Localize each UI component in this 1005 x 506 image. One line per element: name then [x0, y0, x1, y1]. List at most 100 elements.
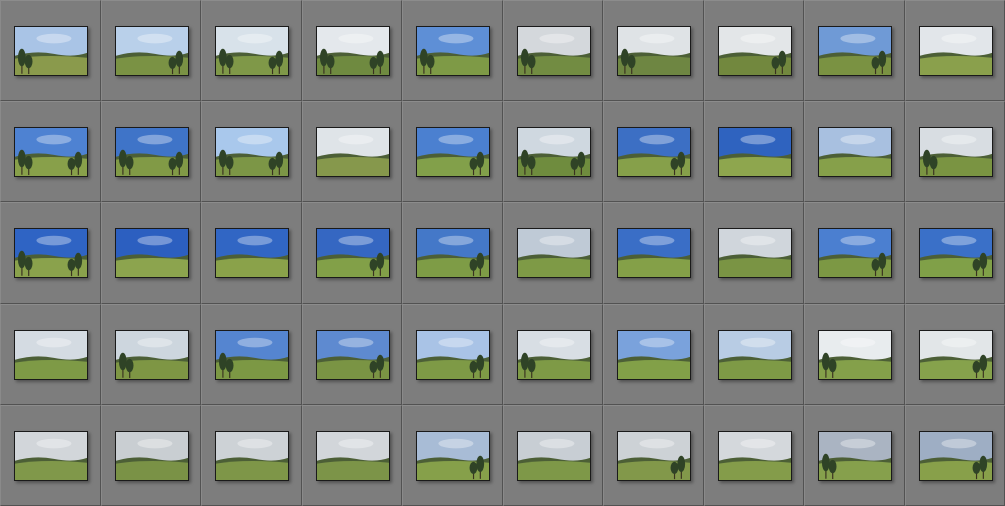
thumbnail-cell[interactable] — [100, 404, 201, 506]
photo-thumbnail[interactable] — [818, 430, 892, 481]
photo-thumbnail[interactable] — [14, 228, 88, 279]
photo-thumbnail[interactable] — [315, 228, 390, 279]
thumbnail-cell[interactable] — [804, 303, 905, 405]
photo-thumbnail[interactable] — [717, 127, 792, 178]
thumbnail-cell[interactable] — [703, 202, 804, 304]
photo-thumbnail[interactable] — [215, 127, 289, 178]
thumbnail-cell[interactable] — [603, 303, 704, 405]
thumbnail-cell[interactable] — [502, 0, 603, 102]
thumbnail-cell[interactable] — [201, 404, 302, 506]
photo-thumbnail[interactable] — [717, 26, 792, 76]
thumbnail-cell[interactable] — [0, 101, 101, 203]
photo-thumbnail[interactable] — [617, 430, 691, 481]
thumbnail-cell[interactable] — [904, 404, 1005, 506]
photo-thumbnail[interactable] — [918, 26, 993, 76]
photo-thumbnail[interactable] — [315, 127, 390, 178]
thumbnail-cell[interactable] — [0, 0, 101, 102]
thumbnail-cell[interactable] — [402, 101, 503, 203]
thumbnail-cell[interactable] — [402, 0, 503, 102]
photo-thumbnail[interactable] — [14, 430, 88, 481]
photo-thumbnail[interactable] — [516, 127, 591, 178]
thumbnail-cell[interactable] — [703, 303, 804, 405]
thumbnail-cell[interactable] — [703, 404, 804, 506]
thumbnail-cell[interactable] — [603, 0, 704, 102]
thumbnail-cell[interactable] — [804, 101, 905, 203]
photo-thumbnail[interactable] — [416, 26, 490, 76]
thumbnail-cell[interactable] — [502, 202, 603, 304]
thumbnail-cell[interactable] — [100, 202, 201, 304]
photo-thumbnail[interactable] — [918, 127, 993, 178]
thumbnail-cell[interactable] — [301, 0, 402, 102]
photo-thumbnail[interactable] — [818, 127, 892, 178]
thumbnail-cell[interactable] — [201, 202, 302, 304]
photo-thumbnail[interactable] — [717, 430, 792, 481]
thumbnail-cell[interactable] — [904, 202, 1005, 304]
thumbnail-cell[interactable] — [301, 202, 402, 304]
thumbnail-cell[interactable] — [201, 101, 302, 203]
photo-thumbnail[interactable] — [215, 430, 289, 481]
thumbnail-cell[interactable] — [301, 303, 402, 405]
photo-thumbnail[interactable] — [617, 329, 691, 380]
photo-thumbnail[interactable] — [617, 228, 691, 279]
photo-thumbnail[interactable] — [416, 329, 490, 380]
photo-thumbnail[interactable] — [818, 26, 892, 76]
thumbnail-cell[interactable] — [100, 0, 201, 102]
thumbnail-cell[interactable] — [703, 0, 804, 102]
photo-thumbnail[interactable] — [516, 228, 591, 279]
photo-thumbnail[interactable] — [315, 329, 390, 380]
thumbnail-cell[interactable] — [804, 404, 905, 506]
photo-thumbnail[interactable] — [14, 127, 88, 178]
photo-thumbnail[interactable] — [114, 26, 189, 76]
photo-thumbnail[interactable] — [617, 127, 691, 178]
photo-thumbnail[interactable] — [416, 228, 490, 279]
thumbnail-cell[interactable] — [603, 202, 704, 304]
photo-thumbnail[interactable] — [14, 26, 88, 76]
photo-thumbnail[interactable] — [114, 127, 189, 178]
photo-thumbnail[interactable] — [918, 329, 993, 380]
thumbnail-cell[interactable] — [804, 202, 905, 304]
thumbnail-cell[interactable] — [402, 202, 503, 304]
thumbnail-cell[interactable] — [301, 404, 402, 506]
thumbnail-cell[interactable] — [0, 303, 101, 405]
thumbnail-cell[interactable] — [603, 404, 704, 506]
photo-thumbnail[interactable] — [416, 430, 490, 481]
thumbnail-cell[interactable] — [201, 303, 302, 405]
photo-thumbnail[interactable] — [617, 26, 691, 76]
thumbnail-cell[interactable] — [904, 101, 1005, 203]
thumbnail-cell[interactable] — [402, 404, 503, 506]
thumbnail-cell[interactable] — [804, 0, 905, 102]
thumbnail-cell[interactable] — [0, 202, 101, 304]
photo-thumbnail[interactable] — [215, 26, 289, 76]
thumbnail-cell[interactable] — [904, 0, 1005, 102]
photo-thumbnail[interactable] — [215, 329, 289, 380]
photo-thumbnail[interactable] — [114, 329, 189, 380]
thumbnail-cell[interactable] — [100, 303, 201, 405]
photo-thumbnail[interactable] — [918, 430, 993, 481]
thumbnail-cell[interactable] — [301, 101, 402, 203]
thumbnail-cell[interactable] — [402, 303, 503, 405]
photo-thumbnail[interactable] — [114, 228, 189, 279]
photo-thumbnail[interactable] — [114, 430, 189, 481]
thumbnail-cell[interactable] — [502, 404, 603, 506]
thumbnail-cell[interactable] — [603, 101, 704, 203]
photo-thumbnail[interactable] — [516, 26, 591, 76]
photo-thumbnail[interactable] — [416, 127, 490, 178]
photo-thumbnail[interactable] — [215, 228, 289, 279]
thumbnail-cell[interactable] — [201, 0, 302, 102]
photo-thumbnail[interactable] — [516, 329, 591, 380]
photo-thumbnail[interactable] — [717, 228, 792, 279]
photo-thumbnail[interactable] — [818, 228, 892, 279]
thumbnail-cell[interactable] — [502, 303, 603, 405]
thumbnail-cell[interactable] — [703, 101, 804, 203]
photo-thumbnail[interactable] — [818, 329, 892, 380]
photo-thumbnail[interactable] — [717, 329, 792, 380]
photo-thumbnail[interactable] — [14, 329, 88, 380]
thumbnail-cell[interactable] — [100, 101, 201, 203]
photo-thumbnail[interactable] — [516, 430, 591, 481]
photo-thumbnail[interactable] — [315, 430, 390, 481]
photo-thumbnail[interactable] — [315, 26, 390, 76]
thumbnail-cell[interactable] — [0, 404, 101, 506]
thumbnail-cell[interactable] — [502, 101, 603, 203]
photo-thumbnail[interactable] — [918, 228, 993, 279]
thumbnail-cell[interactable] — [904, 303, 1005, 405]
